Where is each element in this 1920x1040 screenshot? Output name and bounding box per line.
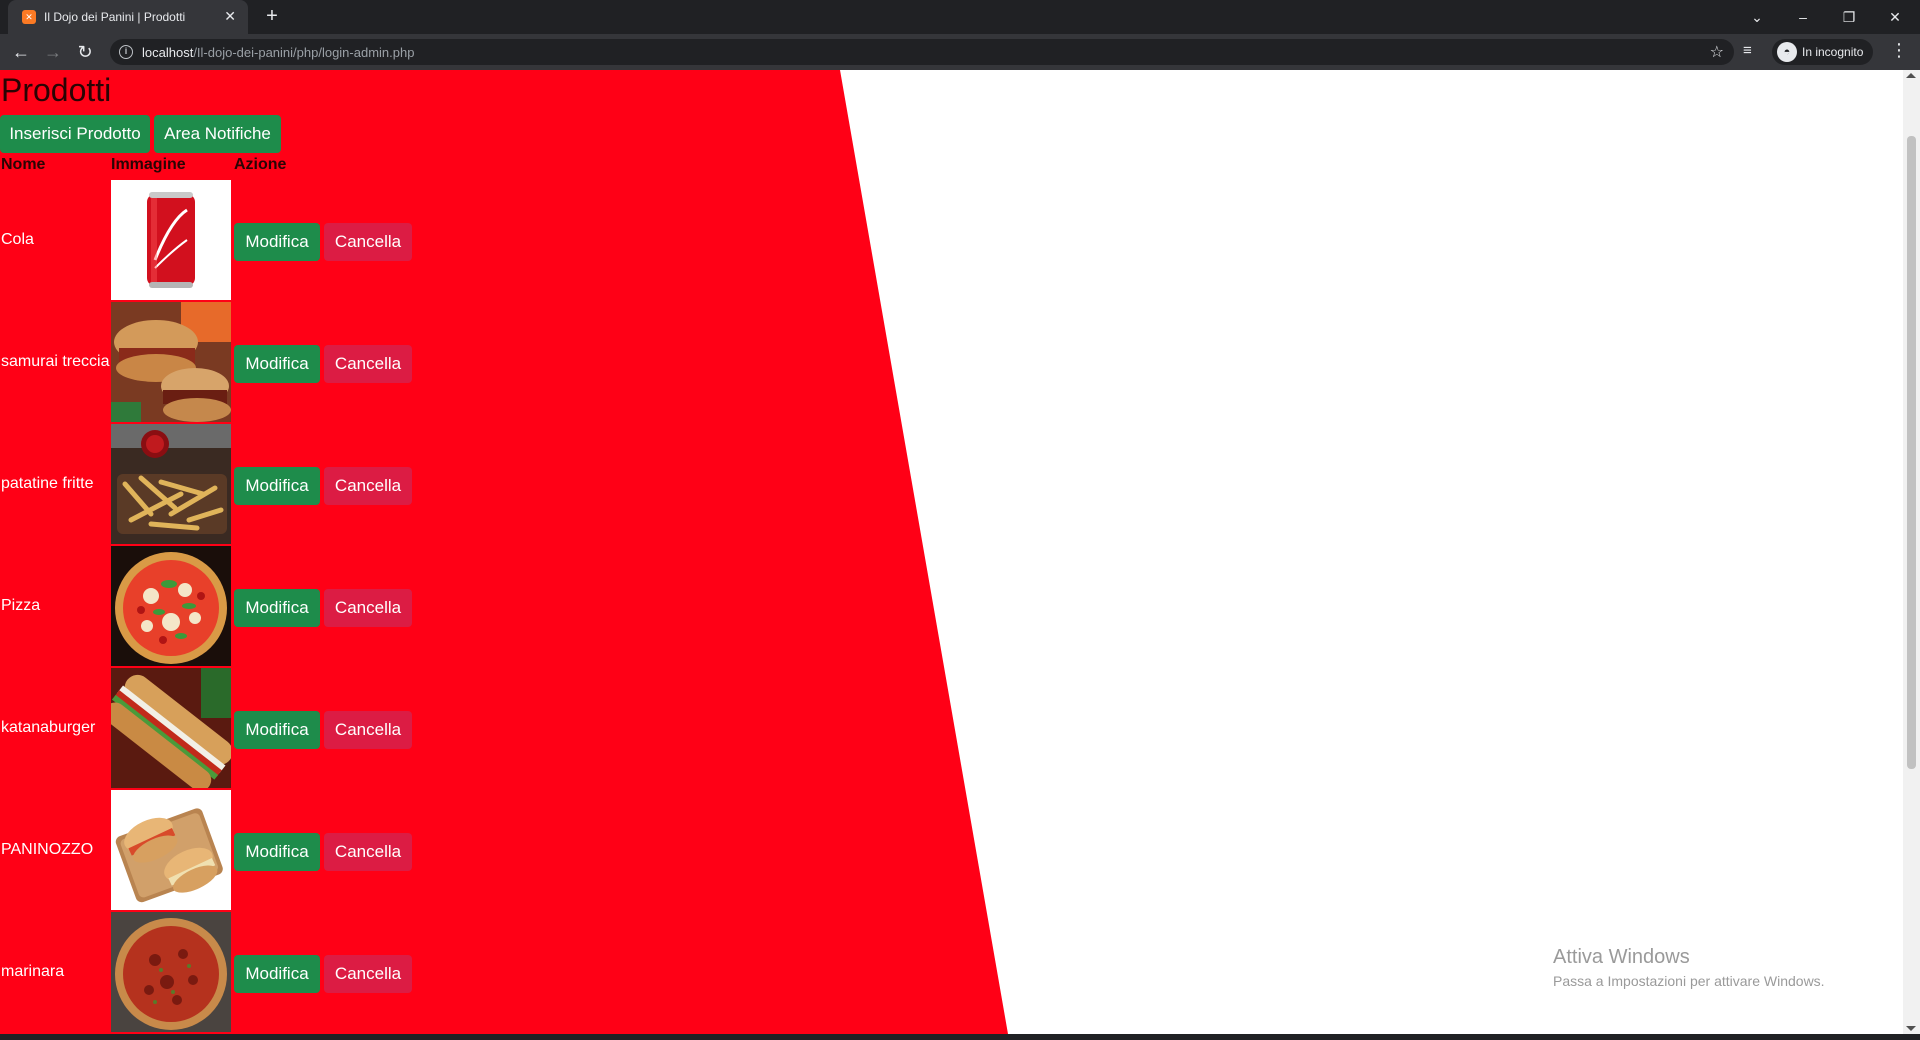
taskbar-edge [0,1034,1920,1040]
address-bar[interactable]: i localhost/Il-dojo-dei-panini/php/login… [110,39,1734,65]
edit-button[interactable]: Modifica [234,711,320,749]
close-tab-icon[interactable]: ✕ [224,8,236,25]
insert-product-button[interactable]: Inserisci Prodotto [0,115,150,153]
url-text[interactable]: localhost/Il-dojo-dei-panini/php/login-a… [142,45,414,60]
pizza-marinara-image [111,912,231,1032]
windows-activation-watermark: Attiva Windows Passa a Impostazioni per … [1553,946,1825,989]
close-window-button[interactable]: ✕ [1880,6,1910,28]
edit-button[interactable]: Modifica [234,467,320,505]
incognito-label: In incognito [1802,45,1864,59]
watermark-subtitle: Passa a Impostazioni per attivare Window… [1553,973,1825,989]
cola-can-image [111,180,231,300]
browser-tab[interactable]: ✕ Il Dojo dei Panini | Prodotti ✕ [8,0,248,34]
product-name-samurai-treccia: samurai treccia [1,353,110,370]
site-info-icon[interactable]: i [119,45,133,59]
product-name-paninozzo: PANINOZZO [1,841,94,858]
product-name-patatine-fritte: patatine fritte [1,475,94,492]
back-arrow-icon[interactable]: ← [9,40,33,64]
xampp-favicon-icon: ✕ [22,10,36,24]
reload-icon[interactable]: ↻ [73,40,97,64]
incognito-icon: ◓ [1777,42,1797,62]
header-name: Nome [1,156,46,173]
watermark-title: Attiva Windows [1553,946,1690,968]
reading-list-icon[interactable]: ≡ [1743,42,1752,59]
vertical-scrollbar[interactable] [1903,70,1920,1034]
page-viewport: Prodotti Inserisci Prodotto Area Notific… [0,70,1920,1034]
restore-button[interactable]: ❐ [1834,6,1864,28]
delete-button[interactable]: Cancella [324,589,412,627]
edit-button[interactable]: Modifica [234,833,320,871]
scroll-up-arrow-icon[interactable] [1906,73,1916,78]
incognito-badge[interactable]: ◓ In incognito [1772,39,1874,65]
edit-button[interactable]: Modifica [234,223,320,261]
header-image: Immagine [111,156,186,173]
product-name-pizza: Pizza [1,597,41,614]
tab-bar: ✕ Il Dojo dei Panini | Prodotti ✕ + ⌄ – … [0,0,1920,34]
delete-button[interactable]: Cancella [324,345,412,383]
browser-toolbar: ← → ↻ i localhost/Il-dojo-dei-panini/php… [0,34,1920,70]
fries-image [111,424,231,544]
pizza-image [111,546,231,666]
edit-button[interactable]: Modifica [234,589,320,627]
tab-title: Il Dojo dei Panini | Prodotti [44,10,186,24]
sandwich-image [111,302,231,422]
forward-arrow-icon[interactable]: → [41,40,65,64]
page-title: Prodotti [1,72,112,108]
panino-image [111,790,231,910]
bookmark-star-icon[interactable]: ☆ [1710,42,1724,62]
new-tab-button[interactable]: + [260,5,284,29]
notifications-area-button[interactable]: Area Notifiche [154,115,281,153]
scrollbar-thumb[interactable] [1907,136,1916,769]
baguette-image [111,668,231,788]
browser-menu-icon[interactable]: ⋮ [1890,40,1908,61]
header-action: Azione [234,156,287,173]
tab-search-icon[interactable]: ⌄ [1742,6,1772,28]
scroll-down-arrow-icon[interactable] [1906,1026,1916,1031]
edit-button[interactable]: Modifica [234,955,320,993]
delete-button[interactable]: Cancella [324,467,412,505]
delete-button[interactable]: Cancella [324,711,412,749]
minimize-button[interactable]: – [1788,6,1818,28]
product-name-cola: Cola [1,231,34,248]
product-name-marinara: marinara [1,963,65,980]
delete-button[interactable]: Cancella [324,955,412,993]
product-name-katanaburger: katanaburger [1,719,96,736]
delete-button[interactable]: Cancella [324,833,412,871]
edit-button[interactable]: Modifica [234,345,320,383]
delete-button[interactable]: Cancella [324,223,412,261]
